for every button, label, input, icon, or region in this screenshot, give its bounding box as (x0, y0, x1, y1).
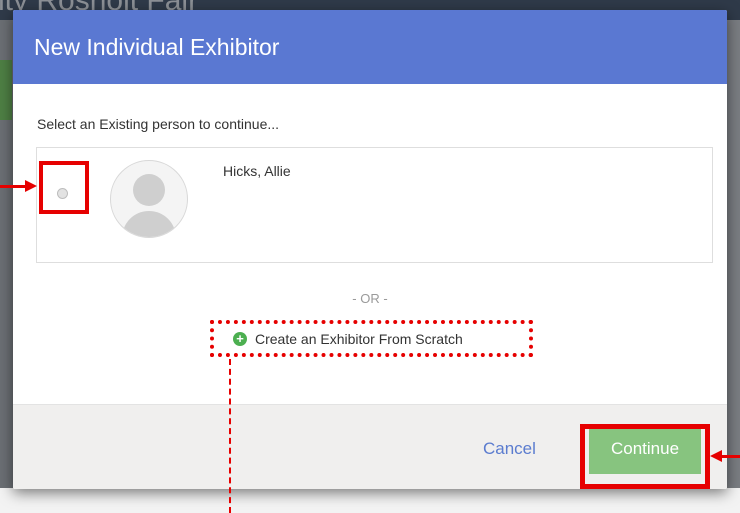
annotation-arrow-right-head (710, 450, 722, 462)
cancel-button[interactable]: Cancel (483, 439, 536, 459)
user-placeholder-icon (110, 160, 188, 238)
annotation-arrow-left-head (25, 180, 37, 192)
annotation-arrow-left (0, 185, 28, 188)
annotation-dashed-line (229, 359, 231, 513)
background-right-strip (726, 20, 740, 490)
person-name: Hicks, Allie (223, 163, 291, 179)
dialog-title: New Individual Exhibitor (34, 33, 280, 60)
select-person-prompt: Select an Existing person to continue... (37, 116, 280, 132)
or-divider: - OR - (352, 291, 388, 306)
person-card[interactable]: Hicks, Allie (36, 147, 713, 263)
new-exhibitor-dialog: New Individual Exhibitor Select an Exist… (13, 10, 727, 489)
annotation-arrow-right (722, 455, 740, 458)
avatar-head (133, 174, 165, 206)
dialog-header: New Individual Exhibitor (13, 10, 727, 84)
annotation-box-radio (39, 161, 89, 214)
annotation-dotted-box (210, 320, 533, 357)
avatar-body (122, 211, 176, 237)
annotation-box-continue (580, 424, 710, 489)
background-green-bar (0, 60, 12, 120)
background-bottom (0, 488, 740, 513)
